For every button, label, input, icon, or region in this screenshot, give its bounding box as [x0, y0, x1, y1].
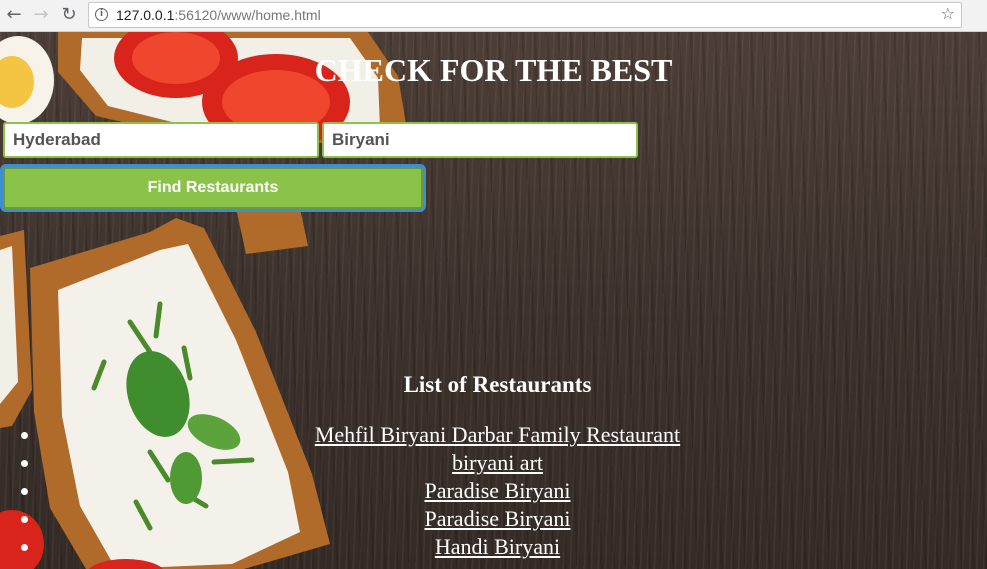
restaurant-link[interactable]: Paradise Biryani	[424, 478, 570, 503]
url-path: :56120/www/home.html	[174, 7, 321, 23]
back-icon[interactable]: ←	[3, 4, 25, 26]
list-item: Mehfil Biryani Darbar Family Restaurant	[0, 421, 987, 449]
bullet-icon	[21, 544, 28, 551]
bullet-icon	[21, 516, 28, 523]
restaurant-link[interactable]: Mehfil Biryani Darbar Family Restaurant	[315, 422, 680, 447]
dish-input[interactable]	[322, 122, 638, 158]
restaurant-list-heading: List of Restaurants	[403, 372, 592, 397]
page-body: CHECK FOR THE BEST Find Restaurants List…	[0, 32, 987, 569]
browser-toolbar: ← → ↻ i 127.0.0.1:56120/www/home.html ☆	[0, 0, 987, 32]
browser-menu-edge	[968, 4, 987, 28]
url-host: 127.0.0.1	[116, 7, 175, 23]
restaurant-list: Mehfil Biryani Darbar Family Restaurant …	[0, 421, 987, 561]
city-input[interactable]	[3, 122, 319, 158]
restaurant-link[interactable]: Handi Biryani	[435, 534, 560, 559]
restaurant-link[interactable]: Paradise Biryani	[424, 506, 570, 531]
page-title: CHECK FOR THE BEST	[314, 52, 673, 88]
find-restaurants-button[interactable]: Find Restaurants	[3, 167, 423, 209]
bookmark-star-icon[interactable]: ☆	[941, 4, 955, 23]
reload-icon[interactable]: ↻	[58, 4, 80, 26]
list-item: biryani art	[0, 449, 987, 477]
restaurant-link[interactable]: biryani art	[452, 450, 543, 475]
forward-icon[interactable]: →	[30, 4, 52, 26]
bullet-icon	[21, 432, 28, 439]
list-item: Paradise Biryani	[0, 477, 987, 505]
list-item: Paradise Biryani	[0, 505, 987, 533]
info-icon[interactable]: i	[95, 8, 108, 21]
url-text[interactable]: 127.0.0.1:56120/www/home.html	[116, 6, 321, 24]
list-item: Handi Biryani	[0, 533, 987, 561]
bullet-icon	[21, 488, 28, 495]
bullet-icon	[21, 460, 28, 467]
address-bar[interactable]: i 127.0.0.1:56120/www/home.html ☆	[88, 2, 962, 28]
